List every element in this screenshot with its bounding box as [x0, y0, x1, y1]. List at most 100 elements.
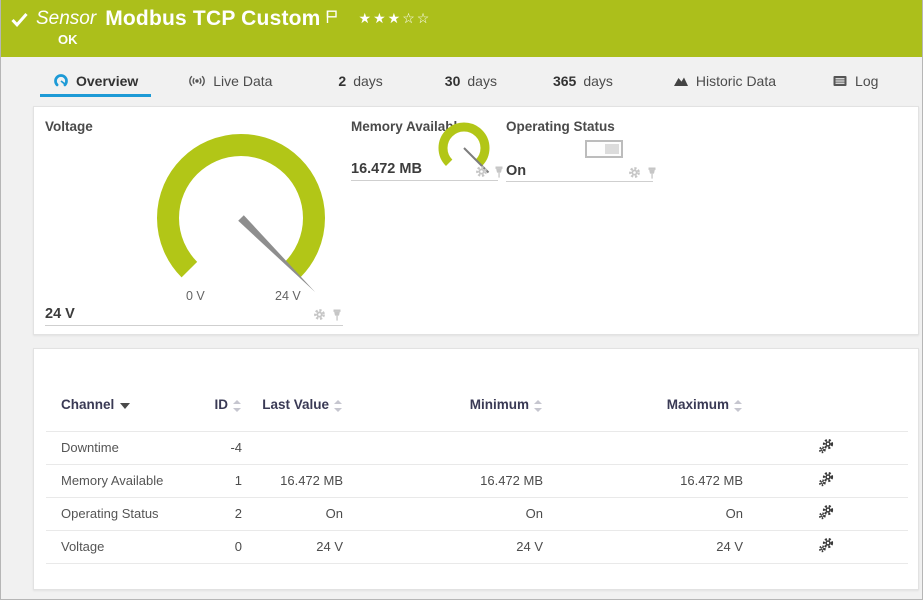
tab-label: Overview	[76, 73, 139, 89]
tab-365-days[interactable]: 365 days	[540, 68, 626, 97]
column-header-label: Maximum	[666, 397, 729, 413]
sort-desc-icon	[120, 402, 131, 409]
channel-table-panel: Channel ID Last Value Minimum Maximum Do…	[33, 348, 919, 590]
operating-block-actions	[628, 166, 658, 179]
table-row: Downtime -4	[46, 431, 908, 464]
maximum-cell: 16.472 MB	[680, 473, 743, 488]
sensor-header: Sensor Modbus TCP Custom ★★★☆☆ OK	[1, 0, 922, 57]
tab-number: 30	[444, 73, 461, 89]
channel-settings-icon[interactable]	[818, 537, 834, 556]
sensor-status-badge: OK	[58, 32, 78, 47]
sort-icon	[734, 399, 743, 412]
pin-icon[interactable]	[646, 167, 658, 179]
last-value-cell	[242, 431, 343, 464]
voltage-gauge	[157, 134, 325, 293]
maximum-cell	[543, 431, 743, 464]
pin-icon[interactable]	[493, 166, 505, 178]
operating-block-divider	[506, 181, 653, 182]
tab-label: Live Data	[213, 73, 273, 89]
tab-label: days	[353, 73, 383, 89]
channel-id-cell: 1	[234, 473, 242, 488]
channel-id-cell: 2	[234, 506, 242, 521]
tab-number: 365	[552, 73, 577, 89]
tab-label: days	[583, 73, 613, 89]
column-header-channel[interactable]: Channel	[46, 379, 196, 431]
tab-historic-data[interactable]: Historic Data	[660, 68, 789, 97]
tab-2-days[interactable]: 2 days	[325, 68, 395, 97]
channel-id-cell: -4	[230, 440, 242, 455]
prtg-sensor-page: Sensor Modbus TCP Custom ★★★☆☆ OK Overvi…	[0, 0, 923, 600]
sort-icon	[233, 399, 242, 412]
channel-name-cell[interactable]: Downtime	[46, 431, 196, 464]
priority-stars[interactable]: ★★★☆☆	[359, 10, 432, 27]
voltage-scale-min: 0 V	[186, 289, 205, 303]
pin-icon[interactable]	[331, 309, 343, 321]
gear-icon[interactable]	[628, 166, 641, 179]
channel-settings-icon[interactable]	[818, 471, 834, 490]
voltage-gauge-title: Voltage	[45, 119, 93, 134]
tab-number: 2	[338, 73, 347, 89]
column-header-last-value[interactable]: Last Value	[242, 379, 343, 431]
last-value-cell: On	[325, 506, 343, 521]
voltage-block-divider	[45, 325, 343, 326]
last-value-cell: 16.472 MB	[280, 473, 343, 488]
maximum-cell: On	[725, 506, 743, 521]
gear-icon[interactable]	[313, 308, 326, 321]
channel-id-cell: 0	[234, 539, 242, 554]
memory-last-value: 16.472 MB	[351, 161, 422, 177]
tab-bar: Overview Live Data 2 days 30 days 365 da…	[1, 57, 922, 103]
column-header-label: Minimum	[469, 397, 529, 413]
table-row: Voltage 0 24 V 24 V 24 V	[46, 530, 908, 563]
switch-knob	[605, 144, 619, 154]
column-header-label: ID	[214, 397, 229, 413]
tab-overview[interactable]: Overview	[40, 68, 152, 97]
favorite-flag-icon[interactable]	[326, 10, 337, 23]
broadcast-icon	[189, 75, 206, 87]
channel-settings-icon[interactable]	[818, 504, 834, 523]
memory-block-divider	[351, 180, 498, 181]
memory-block-actions	[475, 165, 505, 178]
overview-gauges-panel: Voltage 0 V 24 V 24 V Memory Available 1…	[33, 106, 919, 335]
operating-status-switch-indicator	[585, 140, 623, 158]
minimum-cell: 16.472 MB	[480, 473, 543, 488]
column-header-label: Last Value	[262, 397, 329, 413]
log-list-icon	[833, 76, 847, 86]
channel-name-cell[interactable]: Voltage	[46, 530, 196, 563]
gauge-icon	[54, 74, 68, 87]
voltage-last-value: 24 V	[45, 306, 75, 322]
column-header-id[interactable]: ID	[196, 379, 242, 431]
sensor-title: Modbus TCP Custom	[105, 7, 321, 30]
sort-icon	[334, 399, 343, 412]
table-row: Operating Status 2 On On On	[46, 497, 908, 530]
tab-settings[interactable]: Settings	[917, 68, 922, 97]
column-header-label: Channel	[61, 397, 115, 413]
tab-live-data[interactable]: Live Data	[175, 68, 285, 97]
object-kind-label: Sensor	[36, 8, 97, 29]
minimum-cell: On	[525, 506, 543, 521]
gear-icon[interactable]	[475, 165, 488, 178]
last-value-cell: 24 V	[316, 539, 343, 554]
sort-icon	[534, 399, 543, 412]
column-header-minimum[interactable]: Minimum	[343, 379, 543, 431]
operating-status-last-value: On	[506, 163, 527, 179]
tab-label: Log	[855, 73, 879, 89]
tab-log[interactable]: Log	[819, 68, 891, 97]
channel-name-cell[interactable]: Operating Status	[46, 497, 196, 530]
tab-label: days	[467, 73, 497, 89]
column-header-settings	[743, 379, 908, 431]
area-chart-icon	[673, 77, 688, 86]
minimum-cell: 24 V	[516, 539, 543, 554]
voltage-block-actions	[313, 308, 343, 321]
minimum-cell	[343, 431, 543, 464]
channel-settings-icon[interactable]	[818, 438, 834, 457]
table-header-row: Channel ID Last Value Minimum Maximum	[46, 379, 908, 431]
table-row: Memory Available 1 16.472 MB 16.472 MB 1…	[46, 464, 908, 497]
maximum-cell: 24 V	[716, 539, 743, 554]
tab-30-days[interactable]: 30 days	[432, 68, 510, 97]
channel-name-cell[interactable]: Memory Available	[46, 464, 196, 497]
voltage-scale-max: 24 V	[275, 289, 301, 303]
tab-label: Historic Data	[695, 73, 777, 89]
status-check-icon	[11, 12, 28, 27]
operating-status-title: Operating Status	[506, 119, 615, 134]
column-header-maximum[interactable]: Maximum	[543, 379, 743, 431]
